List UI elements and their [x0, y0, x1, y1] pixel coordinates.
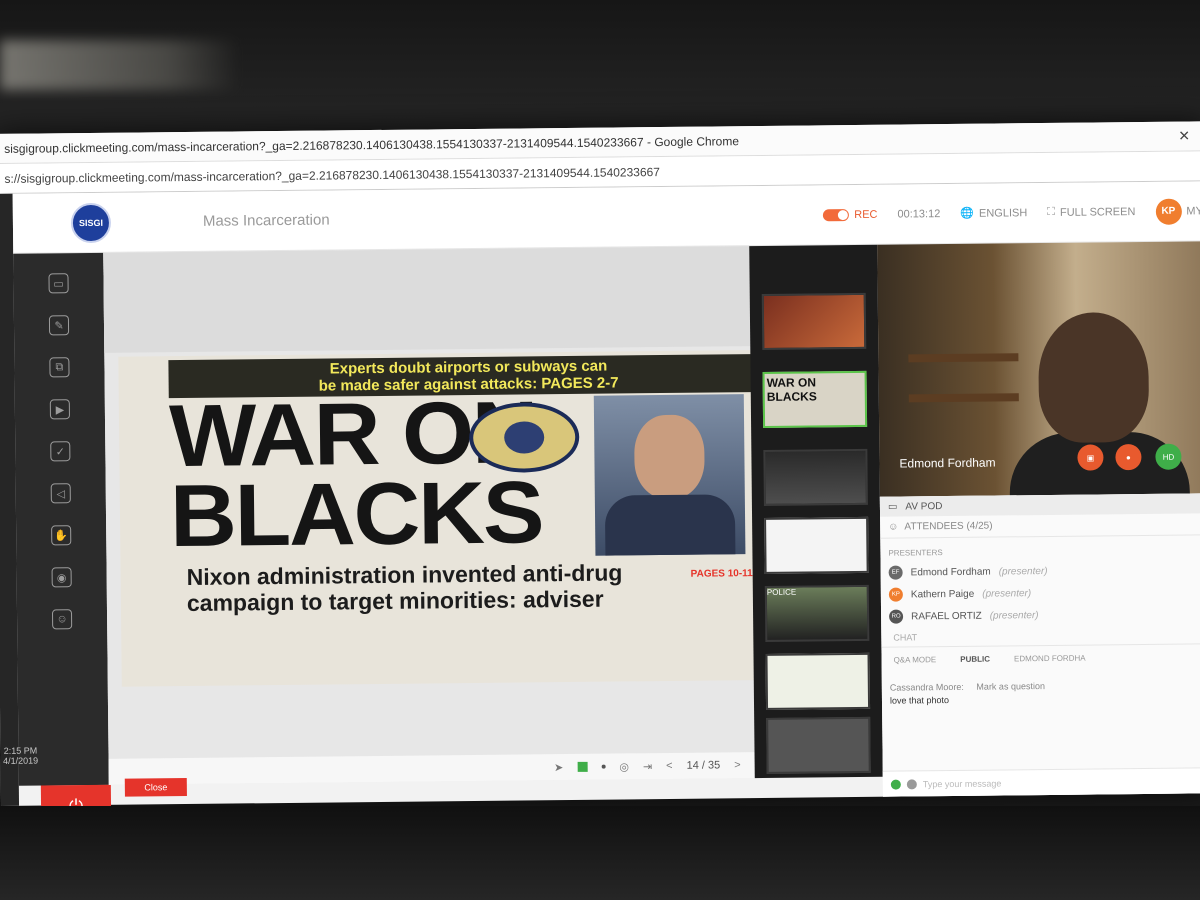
chat-input[interactable]: Type your message	[882, 767, 1200, 797]
clipboard-icon[interactable]: ✓	[50, 441, 71, 462]
bookshelf	[908, 353, 1019, 363]
pages-callout: PAGES 10-11	[690, 568, 753, 580]
mark-as-question-link[interactable]: Mark as question	[976, 681, 1045, 692]
pointer-icon[interactable]: ➤	[554, 761, 563, 774]
rec-timer: 00:13:12	[897, 207, 941, 221]
toggle-switch-icon	[823, 208, 850, 221]
video-presenter-name: Edmond Fordham	[899, 455, 996, 471]
mic-toggle-icon[interactable]: ●	[1115, 444, 1142, 471]
hd-button[interactable]: HD	[1155, 443, 1182, 470]
slide-toolbar: ➤ ◎ ⇥ < 14 / 35 >	[108, 752, 755, 785]
eye-icon[interactable]: ◎	[619, 760, 629, 773]
next-slide-button[interactable]: >	[734, 759, 741, 771]
attendees-icon[interactable]: ☺	[51, 609, 73, 630]
hand-raise-icon[interactable]: ✋	[51, 525, 72, 546]
help-icon[interactable]	[906, 778, 917, 789]
brush-size-icon[interactable]	[601, 764, 606, 769]
avatar: EF	[888, 565, 903, 580]
chat-tabs: Q&A MODE PUBLIC EDMOND FORDHA	[881, 644, 1200, 672]
tab-private[interactable]: EDMOND FORDHA	[1014, 654, 1086, 664]
slide-page-number: 14 / 35	[686, 759, 721, 772]
globe-icon: 🌐	[960, 207, 975, 220]
photo-of-screen: sisgigroup.clickmeeting.com/mass-incarce…	[0, 0, 1200, 900]
slide-newspaper-image: Experts doubt airports or subways can be…	[118, 349, 822, 687]
broadcast-icon[interactable]: ◉	[51, 567, 72, 588]
message-placeholder: Type your message	[922, 777, 1002, 789]
monitor-bezel-bottom	[0, 806, 1200, 900]
expand-icon: ⛶	[1047, 205, 1056, 218]
emoji-icon[interactable]	[890, 779, 901, 790]
user-menu[interactable]: KP MY	[1155, 198, 1200, 225]
meeting-title: Mass Incarceration	[202, 211, 330, 230]
thumbnail-7[interactable]	[766, 716, 871, 774]
browser-window: sisgigroup.clickmeeting.com/mass-incarce…	[0, 121, 1200, 828]
megaphone-icon[interactable]: ◁	[50, 483, 71, 504]
presentation-area: Experts doubt airports or subways can be…	[103, 246, 822, 785]
window-title: sisgigroup.clickmeeting.com/mass-incarce…	[4, 133, 740, 156]
thumbnail-3[interactable]	[763, 448, 868, 506]
pen-icon[interactable]: ✎	[48, 315, 70, 336]
right-panel: ▭ AV POD ☺ ATTENDEES (4/25) PRESENTERS E…	[879, 493, 1200, 797]
newspaper-subheadline: Nixon administration invented anti-drug …	[186, 559, 623, 617]
language-button[interactable]: 🌐 ENGLISH	[960, 206, 1027, 220]
slide-padding	[103, 246, 751, 353]
left-toolbar: ▭ ✎ ⧉ ▶ ✓ ◁ ✋ ◉ ☺	[13, 252, 109, 786]
tab-public[interactable]: PUBLIC	[960, 655, 990, 664]
thumbnail-6[interactable]	[765, 652, 871, 710]
presenter-face	[1037, 311, 1150, 444]
camera-icon: ▭	[887, 501, 898, 513]
bookshelf	[908, 393, 1019, 403]
color-picker-icon[interactable]	[577, 761, 588, 772]
thumbnail-4[interactable]	[764, 516, 869, 574]
fullscreen-button[interactable]: ⛶ FULL SCREEN	[1047, 205, 1135, 219]
presentation-icon[interactable]: ▭	[48, 273, 69, 294]
close-window-icon[interactable]: ✕	[1178, 127, 1190, 144]
avatar: KP	[888, 587, 903, 602]
sync-icon[interactable]: ⇥	[643, 760, 652, 773]
close-button[interactable]: Close	[124, 778, 187, 797]
sisgi-logo: SISGI	[70, 202, 112, 243]
avatar: RO	[889, 609, 904, 624]
webcam-video: Edmond Fordham ▣ ● HD	[877, 241, 1200, 497]
presenters-label: PRESENTERS	[888, 548, 943, 558]
ceiling-light-glare	[0, 40, 240, 90]
thumbnail-5[interactable]: POLICE	[764, 584, 870, 642]
tab-qa-mode[interactable]: Q&A MODE	[894, 655, 937, 664]
presidential-seal-icon	[468, 401, 580, 474]
thumbnail-2[interactable]: WAR ON BLACKS	[762, 370, 868, 428]
rec-label: REC	[854, 208, 878, 221]
nixon-photo	[593, 394, 746, 556]
screen-share-icon[interactable]: ⧉	[49, 357, 70, 378]
system-clock: 2:15 PM 4/1/2019	[2, 745, 39, 766]
people-icon: ☺	[888, 521, 899, 533]
slide-thumbnails: WAR ON BLACKS POLICE	[749, 244, 883, 779]
video-icon[interactable]: ▶	[49, 399, 70, 420]
rec-toggle[interactable]: REC	[823, 208, 878, 221]
avatar: KP	[1155, 198, 1182, 225]
camera-toggle-icon[interactable]: ▣	[1077, 444, 1104, 471]
thumbnail-1[interactable]	[761, 292, 867, 350]
url-text: s://sisgigroup.clickmeeting.com/mass-inc…	[4, 164, 661, 186]
prev-slide-button[interactable]: <	[666, 760, 673, 772]
header-controls: REC 00:13:12 🌐 ENGLISH ⛶ FULL SCREEN KP …	[823, 198, 1200, 228]
